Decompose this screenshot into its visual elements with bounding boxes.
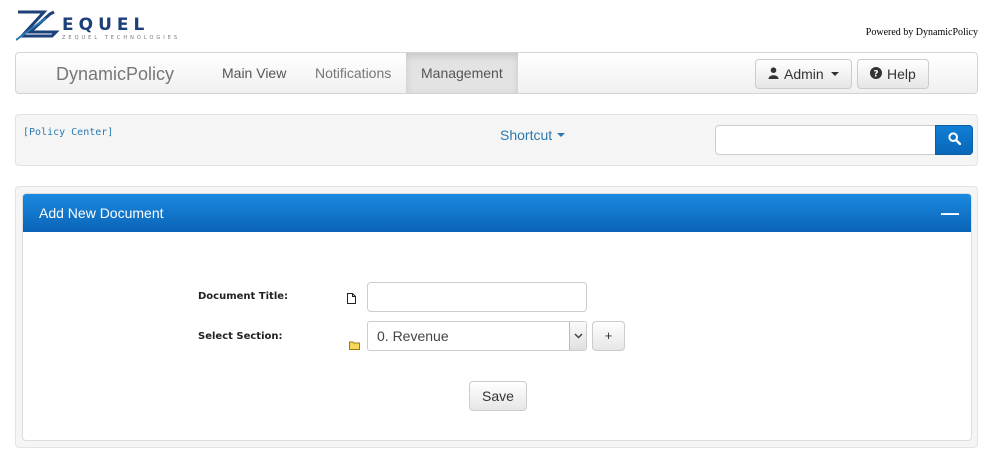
help-label: Help xyxy=(887,66,916,82)
panel-title: Add New Document xyxy=(39,205,164,221)
policy-center-link[interactable]: [Policy Center] xyxy=(23,127,113,138)
document-title-label: Document Title: xyxy=(198,291,289,302)
shortcut-label: Shortcut xyxy=(500,127,553,143)
top-navbar: DynamicPolicy Main View Notifications Ma… xyxy=(15,52,978,94)
zequel-logo: EQUEL ZEQUEL TECHNOLOGIES xyxy=(15,10,184,42)
shortcut-dropdown[interactable]: Shortcut xyxy=(500,127,566,143)
brand-title[interactable]: DynamicPolicy xyxy=(56,64,174,85)
search-input[interactable] xyxy=(715,125,936,155)
svg-text:EQUEL: EQUEL xyxy=(62,15,149,35)
question-circle-icon: ? xyxy=(870,66,882,82)
nav-main-view[interactable]: Main View xyxy=(207,53,301,93)
chevron-down-icon[interactable] xyxy=(569,322,586,350)
collapse-minus-icon[interactable]: — xyxy=(941,194,959,232)
save-button[interactable]: Save xyxy=(469,381,527,411)
nav-management[interactable]: Management xyxy=(406,53,518,93)
admin-label: Admin xyxy=(784,66,824,82)
add-section-button[interactable]: + xyxy=(592,321,625,351)
section-select[interactable]: 0. Revenue xyxy=(367,321,587,351)
search-icon xyxy=(947,132,961,148)
nav-notifications[interactable]: Notifications xyxy=(300,53,406,93)
admin-dropdown-button[interactable]: Admin xyxy=(755,59,852,89)
caret-down-icon xyxy=(557,133,566,137)
toolbar-well: [Policy Center] Shortcut xyxy=(15,114,978,166)
selected-section-value: 0. Revenue xyxy=(377,328,449,344)
logo-text: ZEQUEL TECHNOLOGIES xyxy=(62,35,180,41)
help-button[interactable]: ? Help xyxy=(857,59,929,89)
panel-container: Add New Document — Document Title: Selec… xyxy=(15,186,978,448)
caret-down-icon xyxy=(830,72,839,76)
panel-heading: Add New Document — xyxy=(23,194,971,232)
document-title-input[interactable] xyxy=(367,282,587,312)
powered-by-text: Powered by DynamicPolicy xyxy=(865,27,978,38)
user-icon xyxy=(768,66,779,82)
folder-icon xyxy=(349,337,360,353)
add-document-panel: Add New Document — Document Title: Selec… xyxy=(22,193,972,441)
search-button[interactable] xyxy=(935,125,973,155)
select-section-label: Select Section: xyxy=(198,331,283,342)
svg-text:?: ? xyxy=(873,70,878,80)
document-icon xyxy=(347,291,356,307)
